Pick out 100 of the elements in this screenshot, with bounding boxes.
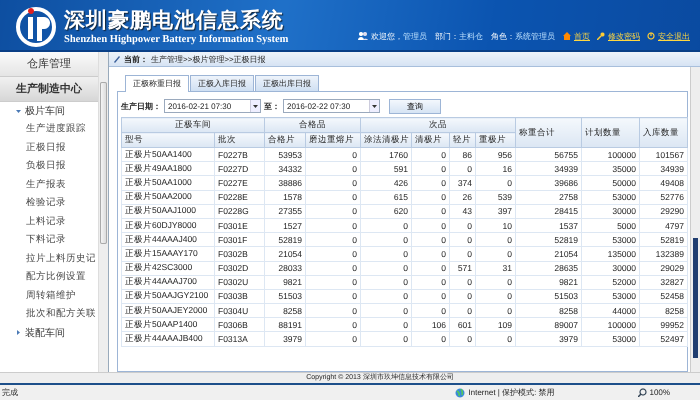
table-cell: 109 — [476, 318, 516, 332]
table-cell: 0 — [476, 289, 516, 304]
end-date-field[interactable]: 2016-02-22 07:30 — [283, 99, 380, 113]
header-link[interactable]: 修改密码 — [608, 30, 640, 42]
table-cell: 44000 — [582, 304, 640, 318]
table-cell: F0306B — [214, 318, 264, 332]
table-cell: 正极片50AAP1400 — [122, 318, 214, 332]
zoom-level[interactable]: 100% — [650, 388, 670, 397]
table-cell: 135000 — [582, 246, 640, 261]
tab[interactable]: 正极称重日报 — [125, 75, 189, 92]
table-cell: 571 — [450, 261, 476, 276]
tab[interactable]: 正极入库日报 — [190, 75, 254, 91]
table-cell: 0 — [450, 218, 476, 233]
table-cell: 50000 — [582, 176, 640, 190]
tree-item[interactable]: 负极日报 — [0, 157, 98, 176]
header-link[interactable]: 安全退出 — [658, 30, 690, 42]
welcome-text: 欢迎您，管理员 — [371, 30, 427, 42]
table-cell: 21054 — [264, 246, 306, 261]
table-cell: F0301E — [214, 218, 264, 233]
column-header: 磨边重熔片 — [306, 132, 360, 148]
tree-item[interactable]: 下料记录 — [0, 231, 98, 250]
table-cell: 9821 — [264, 275, 306, 290]
table-cell: 100000 — [582, 318, 640, 332]
tree-item[interactable]: 正极日报 — [0, 138, 98, 157]
tree-item[interactable]: 批次和配方关联 — [0, 305, 98, 324]
table-cell: 38886 — [264, 176, 306, 190]
table-cell: 0 — [360, 261, 412, 276]
tree-item[interactable]: 上料记录 — [0, 212, 98, 231]
header-link[interactable]: 首页 — [574, 30, 590, 42]
tree-item[interactable]: 配方比例设置 — [0, 268, 98, 286]
table-cell: 34939 — [516, 162, 582, 176]
scrollbar[interactable] — [98, 52, 108, 372]
table-cell: 0 — [360, 289, 412, 304]
tree-item[interactable]: 检验记录 — [0, 194, 98, 212]
table-cell: 49408 — [640, 176, 688, 190]
table-cell: 0 — [360, 218, 412, 233]
table-cell: F0303B — [214, 289, 264, 304]
table-cell: 397 — [476, 204, 516, 218]
table-cell: 正极片15AAAY170 — [122, 246, 214, 261]
table-cell: 1578 — [264, 190, 306, 204]
table-cell: 0 — [412, 289, 450, 304]
table-cell: 52819 — [516, 232, 582, 247]
zone-text: Internet | 保护模式: 禁用 — [468, 387, 555, 398]
table-cell: 56755 — [516, 148, 582, 162]
column-header: 批次 — [214, 132, 264, 148]
breadcrumb-label: 当前： — [124, 54, 148, 64]
tab[interactable]: 正极出库日报 — [255, 75, 319, 91]
role-text: 角色：系统管理员 — [491, 30, 555, 42]
table-cell: 88191 — [264, 318, 306, 332]
table-cell: F0228G — [214, 204, 264, 218]
tree-item[interactable]: 周转箱维护 — [0, 286, 98, 305]
table-cell: 0 — [476, 304, 516, 318]
tree-node[interactable]: 装配车间 — [0, 324, 98, 342]
table-cell: 956 — [476, 148, 516, 162]
query-button[interactable]: 查询 — [389, 98, 441, 114]
table-cell: 正极片50AAJGY2100 — [122, 289, 214, 304]
table-cell: 0 — [476, 232, 516, 247]
table-cell: 0 — [476, 275, 516, 290]
table-cell: 132389 — [640, 246, 688, 261]
tree-item[interactable]: 拉片上料历史记 — [0, 250, 98, 268]
table-cell: 正极片49AA1800 — [122, 162, 214, 176]
table-cell: 0 — [450, 162, 476, 176]
table-cell: 0 — [412, 148, 450, 162]
table-cell: 0 — [360, 318, 412, 332]
column-header: 入库数量 — [640, 118, 688, 148]
pen-icon — [113, 55, 121, 63]
sidebar-section[interactable]: 仓库管理 — [0, 52, 98, 77]
power-icon — [647, 32, 655, 40]
table-cell: 52819 — [640, 232, 688, 247]
table-cell: 3979 — [264, 332, 306, 346]
date-label: 生产日期： — [121, 100, 161, 112]
table-cell: 2758 — [516, 190, 582, 204]
table-cell: 43 — [450, 204, 476, 218]
table-cell: 9821 — [516, 275, 582, 290]
scrollbar[interactable] — [690, 67, 700, 372]
start-date-field[interactable]: 2016-02-21 07:30 — [164, 99, 261, 113]
table-cell: 16 — [476, 162, 516, 176]
table-cell: F0227D — [214, 162, 264, 176]
table-cell: 86 — [450, 148, 476, 162]
table-cell: 29290 — [640, 204, 688, 218]
table-cell: 53000 — [582, 190, 640, 204]
table-cell: 8258 — [264, 304, 306, 318]
table-cell: 0 — [412, 246, 450, 261]
dropdown-caret-icon — [372, 104, 377, 108]
table-cell: F0228E — [214, 190, 264, 204]
table-cell: 正极片44AAAJB400 — [122, 332, 214, 346]
tree-node[interactable]: 极片车间 — [0, 102, 98, 120]
sidebar-section[interactable]: 生产制造中心 — [0, 77, 98, 102]
table-cell: 27355 — [264, 204, 306, 218]
table-cell: 52776 — [640, 190, 688, 204]
tree-item[interactable]: 生产报表 — [0, 176, 98, 194]
column-header: 计划数量 — [582, 118, 640, 148]
tree-item[interactable]: 生产进度跟踪 — [0, 120, 98, 138]
table-cell: F0301F — [214, 232, 264, 247]
column-header: 轻片 — [450, 132, 476, 148]
table-cell: 10 — [476, 218, 516, 233]
table-cell: 52819 — [264, 232, 306, 247]
table-cell: 正极片42SC3000 — [122, 261, 214, 276]
table-cell: 8258 — [640, 304, 688, 318]
table-cell: 0 — [306, 246, 360, 261]
